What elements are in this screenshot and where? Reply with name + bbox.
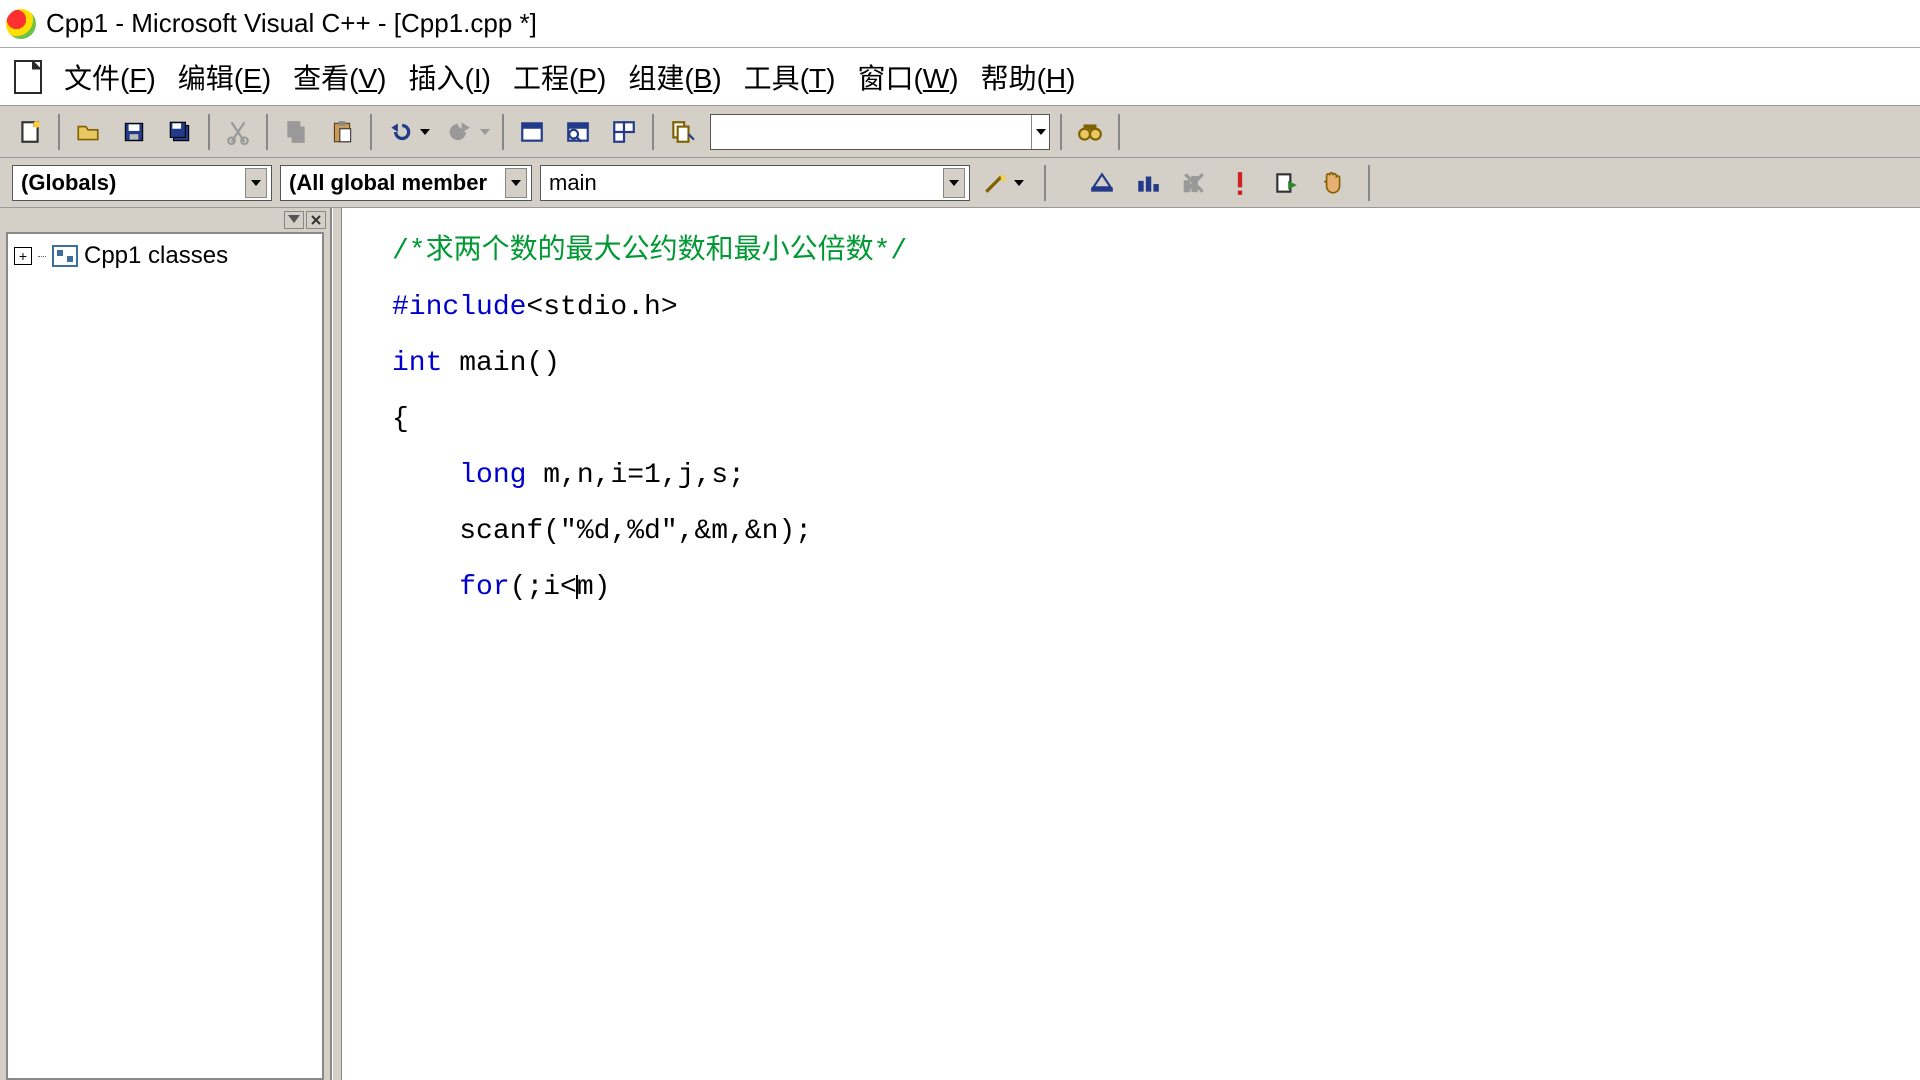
- menu-window[interactable]: 窗口(W): [857, 57, 958, 97]
- members-dropdown-arrow[interactable]: [505, 168, 527, 198]
- code-open-brace: {: [392, 404, 409, 435]
- code-vars: m,n,i=1,j,s;: [526, 460, 744, 491]
- find-combobox[interactable]: [710, 114, 1050, 150]
- wand-icon: [982, 170, 1008, 196]
- app-icon: [6, 9, 36, 39]
- function-combobox[interactable]: main: [540, 165, 970, 201]
- menu-file[interactable]: 文件(F): [64, 57, 156, 97]
- build-button[interactable]: [1130, 165, 1166, 201]
- code-for-kw: for: [459, 572, 509, 603]
- hand-icon: [1319, 170, 1345, 196]
- workspace-panel: + Cpp1 classes: [0, 208, 332, 1080]
- find-button[interactable]: [1072, 114, 1108, 150]
- wizard-action-button[interactable]: [978, 166, 1012, 200]
- copy-icon: [283, 119, 309, 145]
- new-file-icon: [17, 119, 43, 145]
- save-all-icon: [167, 119, 193, 145]
- open-button[interactable]: [70, 114, 106, 150]
- function-dropdown-arrow[interactable]: [943, 168, 965, 198]
- build-icon: [1135, 170, 1161, 196]
- window-list-button[interactable]: [606, 114, 642, 150]
- redo-dropdown[interactable]: [478, 114, 492, 150]
- find-in-files-button[interactable]: [664, 114, 700, 150]
- wizbar-toolbar: (Globals) (All global member main: [0, 158, 1920, 208]
- cut-icon: [225, 119, 251, 145]
- workspace-window-icon: [519, 119, 545, 145]
- panel-dock-button[interactable]: [284, 211, 304, 229]
- stop-build-icon: [1181, 170, 1207, 196]
- go-icon: [1273, 170, 1299, 196]
- cut-button[interactable]: [220, 114, 256, 150]
- redo-button[interactable]: [442, 114, 478, 150]
- panel-close-button[interactable]: [306, 211, 326, 229]
- code-for-p2: m): [577, 572, 611, 603]
- output-window-icon: [565, 119, 591, 145]
- menu-tools[interactable]: 工具(T): [744, 57, 836, 97]
- find-dropdown-arrow[interactable]: [1031, 115, 1049, 149]
- code-for-p1: (;i<: [510, 572, 577, 603]
- members-value: (All global member: [289, 170, 487, 196]
- copy-button[interactable]: [278, 114, 314, 150]
- undo-icon: [387, 119, 413, 145]
- menu-build[interactable]: 组建(B): [628, 57, 721, 97]
- code-main-sig: main(): [442, 348, 560, 379]
- window-list-icon: [611, 119, 637, 145]
- menu-edit[interactable]: 编辑(E): [178, 57, 271, 97]
- expand-icon[interactable]: +: [14, 247, 32, 265]
- code-editor[interactable]: /*求两个数的最大公约数和最小公倍数*/ #include<stdio.h> i…: [342, 208, 1920, 1080]
- insert-breakpoint-button[interactable]: [1314, 165, 1350, 201]
- standard-toolbar: [0, 106, 1920, 158]
- code-long-kw: long: [459, 460, 526, 491]
- binoculars-icon: [1077, 119, 1103, 145]
- redo-icon: [447, 119, 473, 145]
- go-button[interactable]: [1268, 165, 1304, 201]
- class-view-tree[interactable]: + Cpp1 classes: [6, 232, 324, 1080]
- window-title: Cpp1 - Microsoft Visual C++ - [Cpp1.cpp …: [46, 8, 537, 39]
- members-combobox[interactable]: (All global member: [280, 165, 532, 201]
- menu-help[interactable]: 帮助(H): [981, 57, 1076, 97]
- open-folder-icon: [75, 119, 101, 145]
- function-value: main: [549, 170, 597, 196]
- save-all-button[interactable]: [162, 114, 198, 150]
- paste-icon: [329, 119, 355, 145]
- execute-button[interactable]: [1222, 165, 1258, 201]
- new-file-button[interactable]: [12, 114, 48, 150]
- classes-icon: [52, 245, 78, 267]
- main-area: + Cpp1 classes /*求两个数的最大公约数和最小公倍数*/ #inc…: [0, 208, 1920, 1080]
- output-window-button[interactable]: [560, 114, 596, 150]
- compile-button[interactable]: [1084, 165, 1120, 201]
- workspace-window-button[interactable]: [514, 114, 550, 150]
- tree-root-item[interactable]: + Cpp1 classes: [14, 242, 316, 270]
- menu-project[interactable]: 工程(P): [513, 57, 606, 97]
- stop-build-button[interactable]: [1176, 165, 1212, 201]
- exclamation-icon: [1227, 170, 1253, 196]
- document-icon: [14, 60, 42, 94]
- code-include-kw: #include: [392, 292, 526, 323]
- save-icon: [121, 119, 147, 145]
- scope-combobox[interactable]: (Globals): [12, 165, 272, 201]
- menu-insert[interactable]: 插入(I): [409, 57, 491, 97]
- code-int-kw: int: [392, 348, 442, 379]
- menu-view[interactable]: 查看(V): [293, 57, 386, 97]
- menu-bar: 文件(F) 编辑(E) 查看(V) 插入(I) 工程(P) 组建(B) 工具(T…: [0, 48, 1920, 106]
- undo-dropdown[interactable]: [418, 114, 432, 150]
- code-comment: /*求两个数的最大公约数和最小公倍数*/: [392, 236, 907, 267]
- splitter[interactable]: [332, 208, 342, 1080]
- wizard-dropdown[interactable]: [1012, 165, 1026, 201]
- scope-value: (Globals): [21, 170, 116, 196]
- undo-button[interactable]: [382, 114, 418, 150]
- scope-dropdown-arrow[interactable]: [245, 168, 267, 198]
- code-include-hdr: <stdio.h>: [526, 292, 677, 323]
- code-scanf: scanf("%d,%d",&m,&n);: [459, 516, 812, 547]
- compile-icon: [1089, 170, 1115, 196]
- title-bar: Cpp1 - Microsoft Visual C++ - [Cpp1.cpp …: [0, 0, 1920, 48]
- tree-root-label: Cpp1 classes: [84, 242, 228, 270]
- save-button[interactable]: [116, 114, 152, 150]
- find-in-files-icon: [669, 119, 695, 145]
- paste-button[interactable]: [324, 114, 360, 150]
